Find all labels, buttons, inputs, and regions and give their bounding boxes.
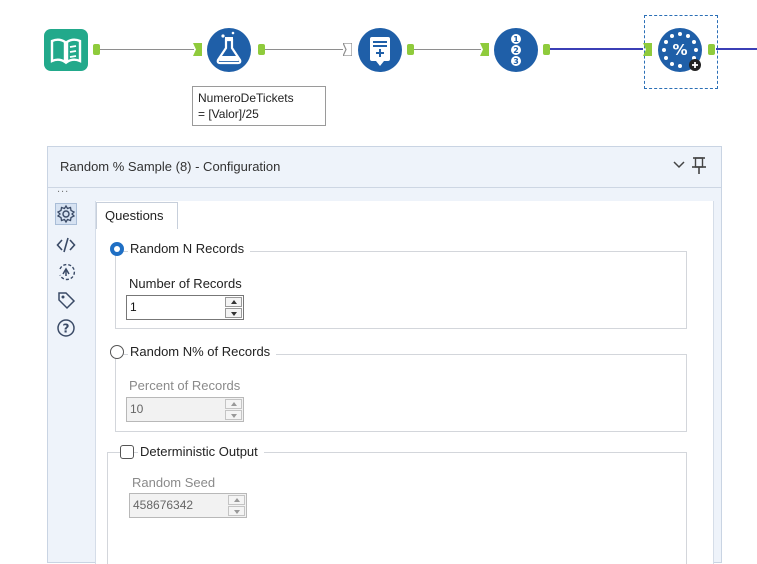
random-percent-label[interactable]: Random N% of Records (128, 344, 277, 359)
decrement-button[interactable] (225, 410, 242, 420)
svg-text:2: 2 (513, 46, 519, 55)
record-id-tool[interactable]: 1 2 3 (493, 27, 538, 72)
random-n-records-radio[interactable] (110, 242, 124, 256)
random-percent-group: Percent of Records 10 (115, 354, 687, 432)
connection-line-selected[interactable] (550, 48, 643, 50)
numbered-list-icon: 1 2 3 (494, 28, 538, 72)
percent-dots-icon: % (658, 28, 702, 72)
input-anchor[interactable] (643, 43, 652, 56)
random-percent-radio[interactable] (110, 345, 124, 359)
help-icon[interactable]: ? (56, 318, 76, 338)
output-anchor[interactable] (258, 44, 265, 55)
number-of-records-value[interactable]: 1 (130, 300, 137, 314)
svg-text:%: % (672, 41, 687, 59)
output-anchor[interactable] (93, 44, 100, 55)
increment-button[interactable] (225, 399, 242, 409)
random-seed-value[interactable]: 458676342 (133, 498, 193, 512)
decrement-button[interactable] (225, 308, 242, 318)
connection-line[interactable] (100, 49, 194, 50)
connection-line-output[interactable] (716, 48, 757, 50)
number-of-records-stepper[interactable]: 1 (126, 295, 244, 320)
formula-tool[interactable] (206, 27, 251, 72)
gear-icon (56, 204, 76, 224)
output-anchor[interactable] (708, 44, 715, 55)
tab-questions[interactable]: Questions (96, 202, 178, 229)
number-of-records-label: Number of Records (129, 276, 242, 291)
output-anchor[interactable] (407, 44, 414, 55)
book-icon (44, 29, 88, 71)
panel-header: Random % Sample (8) - Configuration (48, 147, 721, 188)
percent-of-records-stepper[interactable]: 10 (126, 397, 244, 422)
stepper-buttons[interactable] (228, 495, 245, 516)
annotation-expression: = [Valor]/25 (198, 107, 259, 121)
flask-icon (207, 28, 251, 72)
summarize-tool[interactable] (357, 27, 402, 72)
tag-icon[interactable] (56, 290, 76, 310)
deterministic-output-checkbox[interactable] (120, 445, 134, 459)
annotation-field: NumeroDeTickets (198, 91, 294, 105)
connection-line[interactable] (265, 49, 343, 50)
increment-button[interactable] (225, 297, 242, 307)
configuration-panel: Random % Sample (8) - Configuration ... (47, 146, 722, 564)
input-anchor[interactable] (193, 43, 202, 56)
chevron-down-icon[interactable] (673, 161, 685, 169)
input-anchor[interactable] (480, 43, 489, 56)
tool-annotation: NumeroDeTickets = [Valor]/25 (192, 86, 326, 126)
svg-text:?: ? (63, 322, 70, 336)
workflow-canvas[interactable]: NumeroDeTickets = [Valor]/25 1 2 3 % (0, 0, 757, 140)
deterministic-output-group: Random Seed 458676342 (107, 452, 687, 564)
percent-of-records-label: Percent of Records (129, 378, 241, 393)
connection-line[interactable] (414, 49, 481, 50)
random-sample-tool[interactable]: % (657, 27, 702, 72)
panel-title: Random % Sample (8) - Configuration (60, 159, 281, 174)
code-icon[interactable] (56, 235, 76, 255)
panel-overflow-dots[interactable]: ... (57, 183, 69, 195)
random-seed-stepper[interactable]: 458676342 (129, 493, 247, 518)
random-n-records-label[interactable]: Random N Records (128, 241, 251, 256)
svg-text:1: 1 (513, 35, 519, 44)
stepper-buttons[interactable] (225, 297, 242, 318)
svg-text:3: 3 (513, 57, 519, 66)
percent-of-records-value[interactable]: 10 (130, 402, 143, 416)
pin-icon[interactable] (692, 157, 706, 175)
summarize-icon (358, 28, 402, 72)
settings-tab-button[interactable] (55, 203, 77, 225)
decrement-button[interactable] (228, 506, 245, 516)
input-data-tool[interactable] (44, 29, 88, 71)
random-n-records-group: Number of Records 1 (115, 251, 687, 329)
increment-button[interactable] (228, 495, 245, 505)
random-seed-label: Random Seed (132, 475, 216, 490)
deterministic-output-label[interactable]: Deterministic Output (138, 444, 264, 459)
arrow-circle-icon[interactable] (56, 262, 76, 282)
input-anchor[interactable] (343, 43, 352, 56)
output-anchor[interactable] (543, 44, 550, 55)
stepper-buttons[interactable] (225, 399, 242, 420)
